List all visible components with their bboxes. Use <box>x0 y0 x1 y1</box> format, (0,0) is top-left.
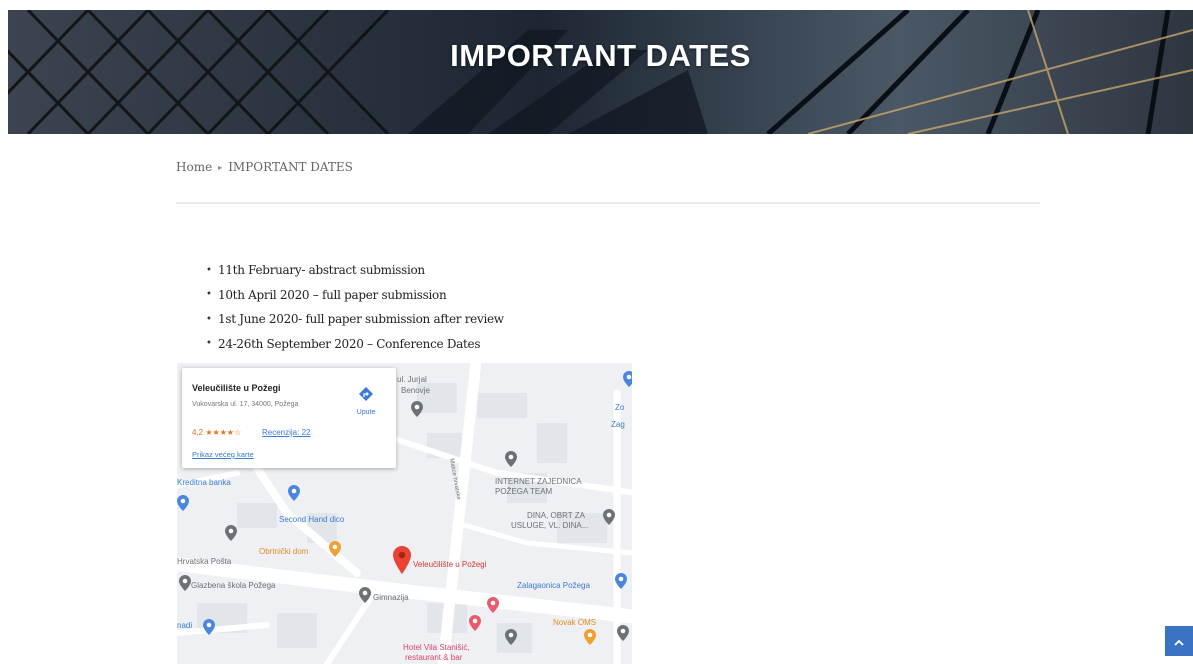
map-label: restaurant & bar <box>405 653 463 662</box>
map-label: ul. Jurjal <box>397 375 427 384</box>
breadcrumb-current: IMPORTANT DATES <box>228 160 353 174</box>
map-poi-pin-icon[interactable] <box>203 619 215 635</box>
map-label: nadi <box>177 621 193 630</box>
map-label: Gimnazija <box>373 593 409 602</box>
map-label: Second Hand dico <box>279 515 345 524</box>
map-label: Hotel Vila Stanišić, <box>403 643 470 652</box>
map-poi-pin-icon[interactable] <box>603 509 615 525</box>
map-place-card: Veleučilište u Požegi Vukovarska ul. 17,… <box>182 368 396 468</box>
breadcrumb-home-link[interactable]: Home <box>176 160 212 174</box>
map-label: Novak OMS <box>553 618 597 627</box>
place-address: Vukovarska ul. 17, 34000, Požega <box>192 401 299 408</box>
embedded-map[interactable]: ul. Jurjal Benovje Zo Zag Matice hrvatsk… <box>177 363 632 664</box>
map-label: Zalagaonica Požega <box>517 581 590 590</box>
hero-banner: IMPORTANT DATES <box>8 10 1193 134</box>
breadcrumb-separator: ▸ <box>218 162 223 172</box>
list-item: 10th April 2020 – full paper submission <box>206 283 504 308</box>
map-poi-pin-icon[interactable] <box>411 401 423 417</box>
map-label: Obrtnički dom <box>259 547 309 556</box>
place-rating: 4,2 ★★★★☆ <box>192 428 242 437</box>
list-item: 1st June 2020- full paper submission aft… <box>206 307 504 332</box>
place-name: Veleučilište u Požegi <box>192 383 281 393</box>
map-poi-pin-icon[interactable] <box>179 575 191 591</box>
map-poi-pin-icon[interactable] <box>623 371 632 387</box>
map-poi-pin-icon[interactable] <box>225 525 237 541</box>
map-label: Glazbena škola Požega <box>191 581 276 590</box>
map-poi-pin-icon[interactable] <box>487 597 499 613</box>
map-label: Benovje <box>401 386 430 395</box>
page-title: IMPORTANT DATES <box>450 38 751 73</box>
view-larger-map-link[interactable]: Prikaz većeg karte <box>192 450 254 459</box>
map-label: INTERNET ZAJEDNICA <box>495 477 582 486</box>
list-item: 24-26th September 2020 – Conference Date… <box>206 332 504 357</box>
place-reviews-link[interactable]: Recenzija: 22 <box>262 428 310 437</box>
map-label: Zag <box>611 420 625 429</box>
map-poi-pin-icon[interactable] <box>615 573 627 589</box>
map-label: Zo <box>615 403 625 412</box>
content-divider <box>176 202 1040 204</box>
back-to-top-button[interactable] <box>1165 626 1193 656</box>
directions-label: Upute <box>356 409 376 416</box>
list-item: 11th February- abstract submission <box>206 258 504 283</box>
map-label: Veleučilište u Požegi <box>413 560 487 569</box>
map-poi-pin-icon[interactable] <box>177 495 189 511</box>
map-poi-pin-icon[interactable] <box>505 451 517 467</box>
chevron-up-icon <box>1174 632 1184 651</box>
breadcrumb: Home ▸ IMPORTANT DATES <box>176 160 353 174</box>
map-poi-pin-icon[interactable] <box>584 629 596 645</box>
map-label: Kreditna banka <box>177 478 231 487</box>
map-poi-pin-icon[interactable] <box>288 485 300 501</box>
map-poi-pin-icon[interactable] <box>469 615 481 631</box>
map-label: DINA, OBRT ZA <box>527 511 585 520</box>
map-poi-pin-icon[interactable] <box>617 625 629 641</box>
directions-button[interactable]: Upute <box>352 386 380 416</box>
map-label: Hrvatska Pošta <box>177 557 232 566</box>
directions-icon <box>358 387 374 406</box>
map-label: POŽEGA TEAM <box>495 487 553 496</box>
map-label: USLUGE, VL. DINA... <box>511 521 589 530</box>
map-poi-pin-icon[interactable] <box>505 629 517 645</box>
map-poi-pin-icon[interactable] <box>329 541 341 557</box>
map-poi-pin-icon[interactable] <box>359 587 371 603</box>
location-pin-icon[interactable] <box>393 546 411 574</box>
important-dates-list: 11th February- abstract submission 10th … <box>206 258 504 356</box>
